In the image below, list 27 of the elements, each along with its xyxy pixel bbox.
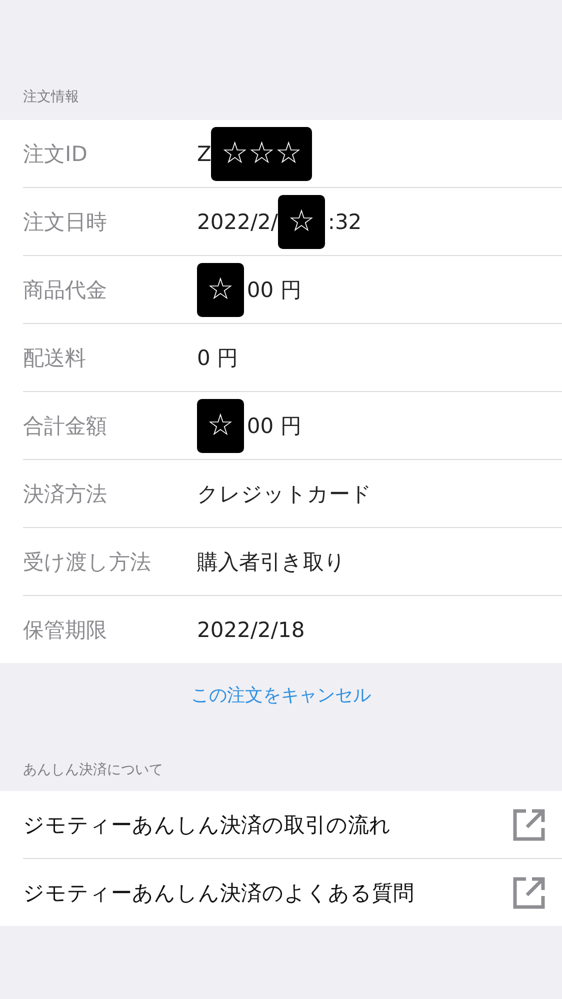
- section-header: あんしん決済について: [22, 761, 164, 780]
- field-label: 受け渡し方法: [23, 548, 152, 576]
- field-label: 注文ID: [23, 140, 88, 168]
- redaction-mark: ☆: [197, 262, 244, 316]
- field-label: 決済方法: [23, 480, 108, 508]
- field-label: 配送料: [23, 344, 87, 372]
- field-value: Z: [197, 142, 212, 166]
- field-value: 購入者引き取り: [197, 548, 346, 576]
- field-value: 00 円: [246, 412, 302, 440]
- section-header: 注文情報: [22, 88, 80, 107]
- external-link-icon: [511, 874, 547, 910]
- field-label: 合計金額: [23, 412, 108, 440]
- field-value: 00 円: [246, 276, 302, 304]
- redaction-mark: ☆: [197, 398, 244, 452]
- field-value: クレジットカード: [197, 480, 372, 508]
- field-label: 保管期限: [23, 616, 108, 644]
- link-row[interactable]: ジモティーあんしん決済のよくある質問: [23, 859, 562, 926]
- redaction-mark: ☆: [278, 194, 325, 248]
- field-label: 注文日時: [23, 208, 108, 236]
- field-value: :32: [328, 210, 362, 234]
- redaction-mark: ☆☆☆: [211, 126, 312, 180]
- external-link-icon: [511, 806, 547, 842]
- field-value: 2022/2/: [197, 210, 278, 234]
- field-value: 0 円: [197, 344, 238, 372]
- link-row[interactable]: ジモティーあんしん決済の取引の流れ: [23, 791, 562, 859]
- field-label: 商品代金: [23, 276, 108, 304]
- field-value: 2022/2/18: [197, 618, 305, 642]
